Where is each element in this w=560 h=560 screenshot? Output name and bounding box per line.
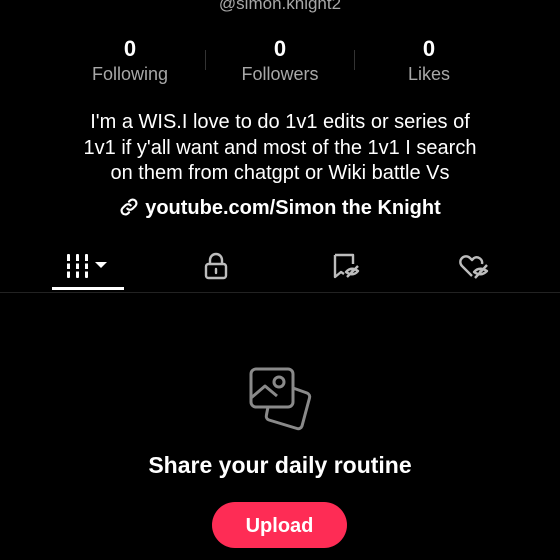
profile-link[interactable]: youtube.com/Simon the Knight (0, 195, 560, 221)
username: @simon.knight2 (218, 0, 342, 13)
stat-followers[interactable]: 0 Followers (205, 36, 355, 86)
grid-icon (66, 254, 107, 278)
bio-line: I'm a WIS.I love to do 1v1 edits or seri… (90, 111, 470, 133)
link-icon (120, 198, 138, 216)
active-tab-indicator (52, 287, 124, 290)
tab-videos[interactable] (38, 240, 138, 292)
stat-likes[interactable]: 0 Likes (354, 36, 504, 86)
stat-following[interactable]: 0 Following (55, 36, 205, 86)
photo-stack-icon (249, 367, 312, 431)
tab-liked[interactable] (424, 240, 524, 292)
tab-private[interactable] (166, 240, 266, 292)
profile-stats: 0 Following 0 Followers 0 Likes (0, 36, 560, 92)
empty-state-title: Share your daily routine (148, 452, 412, 478)
likes-count: 0 (422, 36, 436, 61)
profile-link-text: youtube.com/Simon the Knight (145, 197, 441, 219)
bio-line: on them from chatgpt or Wiki battle Vs (110, 162, 450, 184)
tab-reposts[interactable] (296, 240, 396, 292)
likes-label: Likes (407, 64, 451, 84)
bio-line: 1v1 if y'all want and most of the 1v1 I … (83, 136, 477, 159)
repost-icon (333, 253, 360, 279)
lock-icon (204, 252, 228, 280)
profile-tabs (0, 240, 560, 293)
profile-bio: I'm a WIS.I love to do 1v1 edits or seri… (40, 110, 520, 187)
liked-heart-icon (459, 255, 489, 279)
upload-button[interactable]: Upload (212, 502, 347, 548)
following-label: Following (91, 64, 169, 84)
following-count: 0 (123, 36, 137, 61)
followers-label: Followers (241, 64, 319, 84)
followers-count: 0 (273, 36, 287, 61)
